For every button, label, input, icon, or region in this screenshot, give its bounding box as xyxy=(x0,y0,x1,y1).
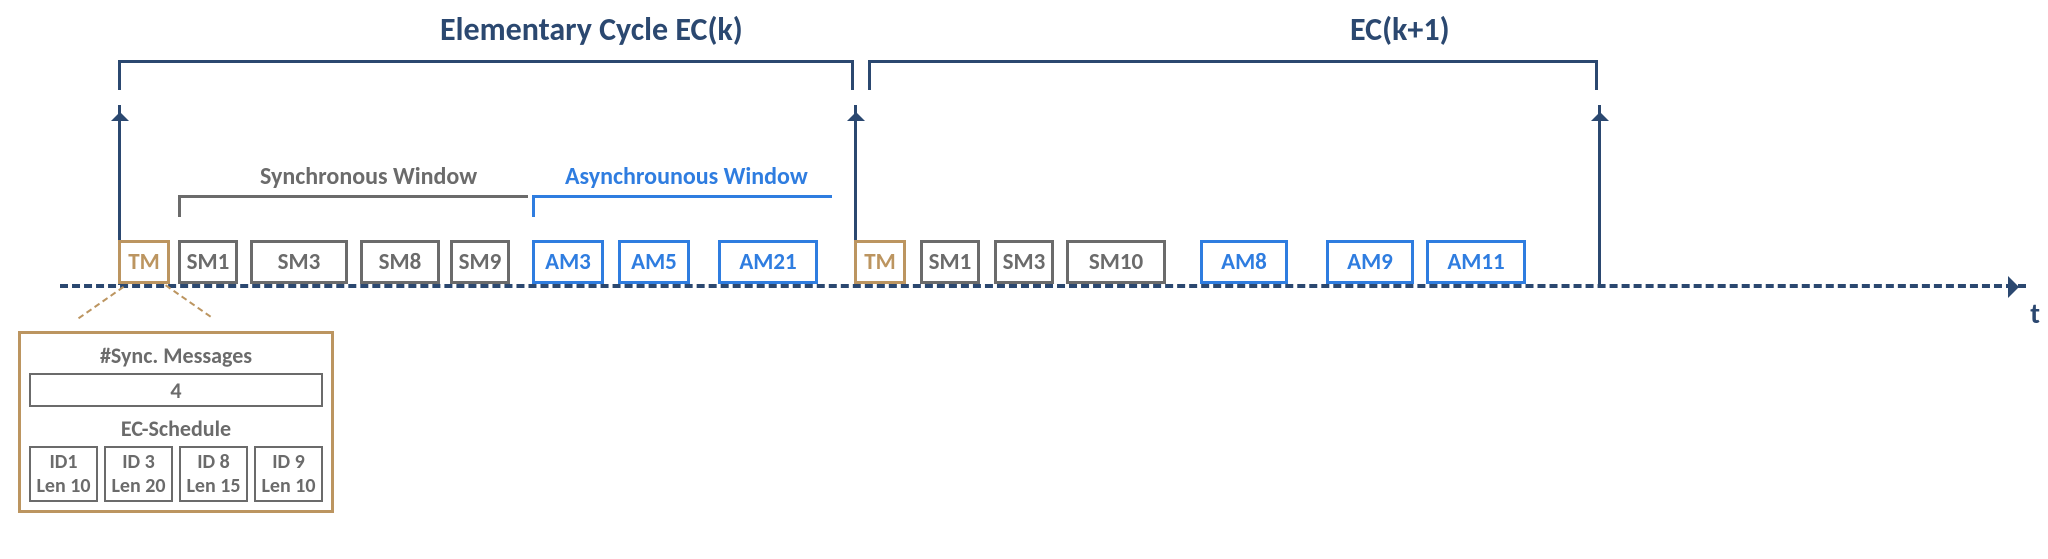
range-ec-k xyxy=(118,60,854,93)
leader-line xyxy=(165,284,211,317)
sm-box: SM1 xyxy=(920,240,980,284)
schedule-id: ID 9 xyxy=(260,450,317,474)
tm-detail-panel: #Sync. Messages 4 EC-Schedule ID1 Len 10… xyxy=(18,331,334,513)
am-box: AM21 xyxy=(718,240,818,284)
schedule-len: Len 10 xyxy=(35,474,92,498)
am-box: AM9 xyxy=(1326,240,1414,284)
label-sync-window: Synchronous Window xyxy=(260,162,477,191)
tm-schedule-header: EC-Schedule xyxy=(29,415,323,442)
tm-box-eck: TM xyxy=(118,240,170,284)
tm-sync-header: #Sync. Messages xyxy=(29,342,323,369)
sm-box: SM10 xyxy=(1066,240,1166,284)
schedule-id: ID1 xyxy=(35,450,92,474)
time-axis xyxy=(60,284,2026,288)
range-ec-k1 xyxy=(868,60,1598,93)
schedule-cell: ID1 Len 10 xyxy=(29,446,98,502)
sm-box: SM8 xyxy=(360,240,440,284)
label-async-window: Asynchrounous Window xyxy=(565,162,808,191)
tm-box-eck1: TM xyxy=(854,240,906,284)
schedule-len: Len 10 xyxy=(260,474,317,498)
schedule-id: ID 8 xyxy=(185,450,242,474)
sm-box: SM3 xyxy=(250,240,348,284)
am-box: AM11 xyxy=(1426,240,1526,284)
am-box: AM3 xyxy=(532,240,604,284)
am-box: AM8 xyxy=(1200,240,1288,284)
title-ec-k: Elementary Cycle EC(k) xyxy=(440,10,743,49)
message-row: TM SM1 SM3 SM8 SM9 AM3 AM5 AM21 TM SM1 S… xyxy=(0,240,2048,284)
schedule-id: ID 3 xyxy=(110,450,167,474)
sm-box: SM1 xyxy=(178,240,238,284)
schedule-len: Len 15 xyxy=(185,474,242,498)
bracket-async-window xyxy=(532,195,832,220)
title-ec-k1: EC(k+1) xyxy=(1350,10,1450,49)
sm-box: SM9 xyxy=(450,240,510,284)
schedule-len: Len 20 xyxy=(110,474,167,498)
diagram-root: Elementary Cycle EC(k) EC(k+1) Synchrono… xyxy=(0,0,2048,559)
sm-box: SM3 xyxy=(994,240,1054,284)
schedule-cell: ID 9 Len 10 xyxy=(254,446,323,502)
tm-schedule-row: ID1 Len 10 ID 3 Len 20 ID 8 Len 15 ID 9 … xyxy=(29,446,323,502)
am-box: AM5 xyxy=(618,240,690,284)
leader-line xyxy=(78,286,124,319)
time-axis-label: t xyxy=(2030,296,2040,331)
schedule-cell: ID 3 Len 20 xyxy=(104,446,173,502)
bracket-sync-window xyxy=(178,195,528,220)
tm-sync-count: 4 xyxy=(29,373,323,407)
schedule-cell: ID 8 Len 15 xyxy=(179,446,248,502)
